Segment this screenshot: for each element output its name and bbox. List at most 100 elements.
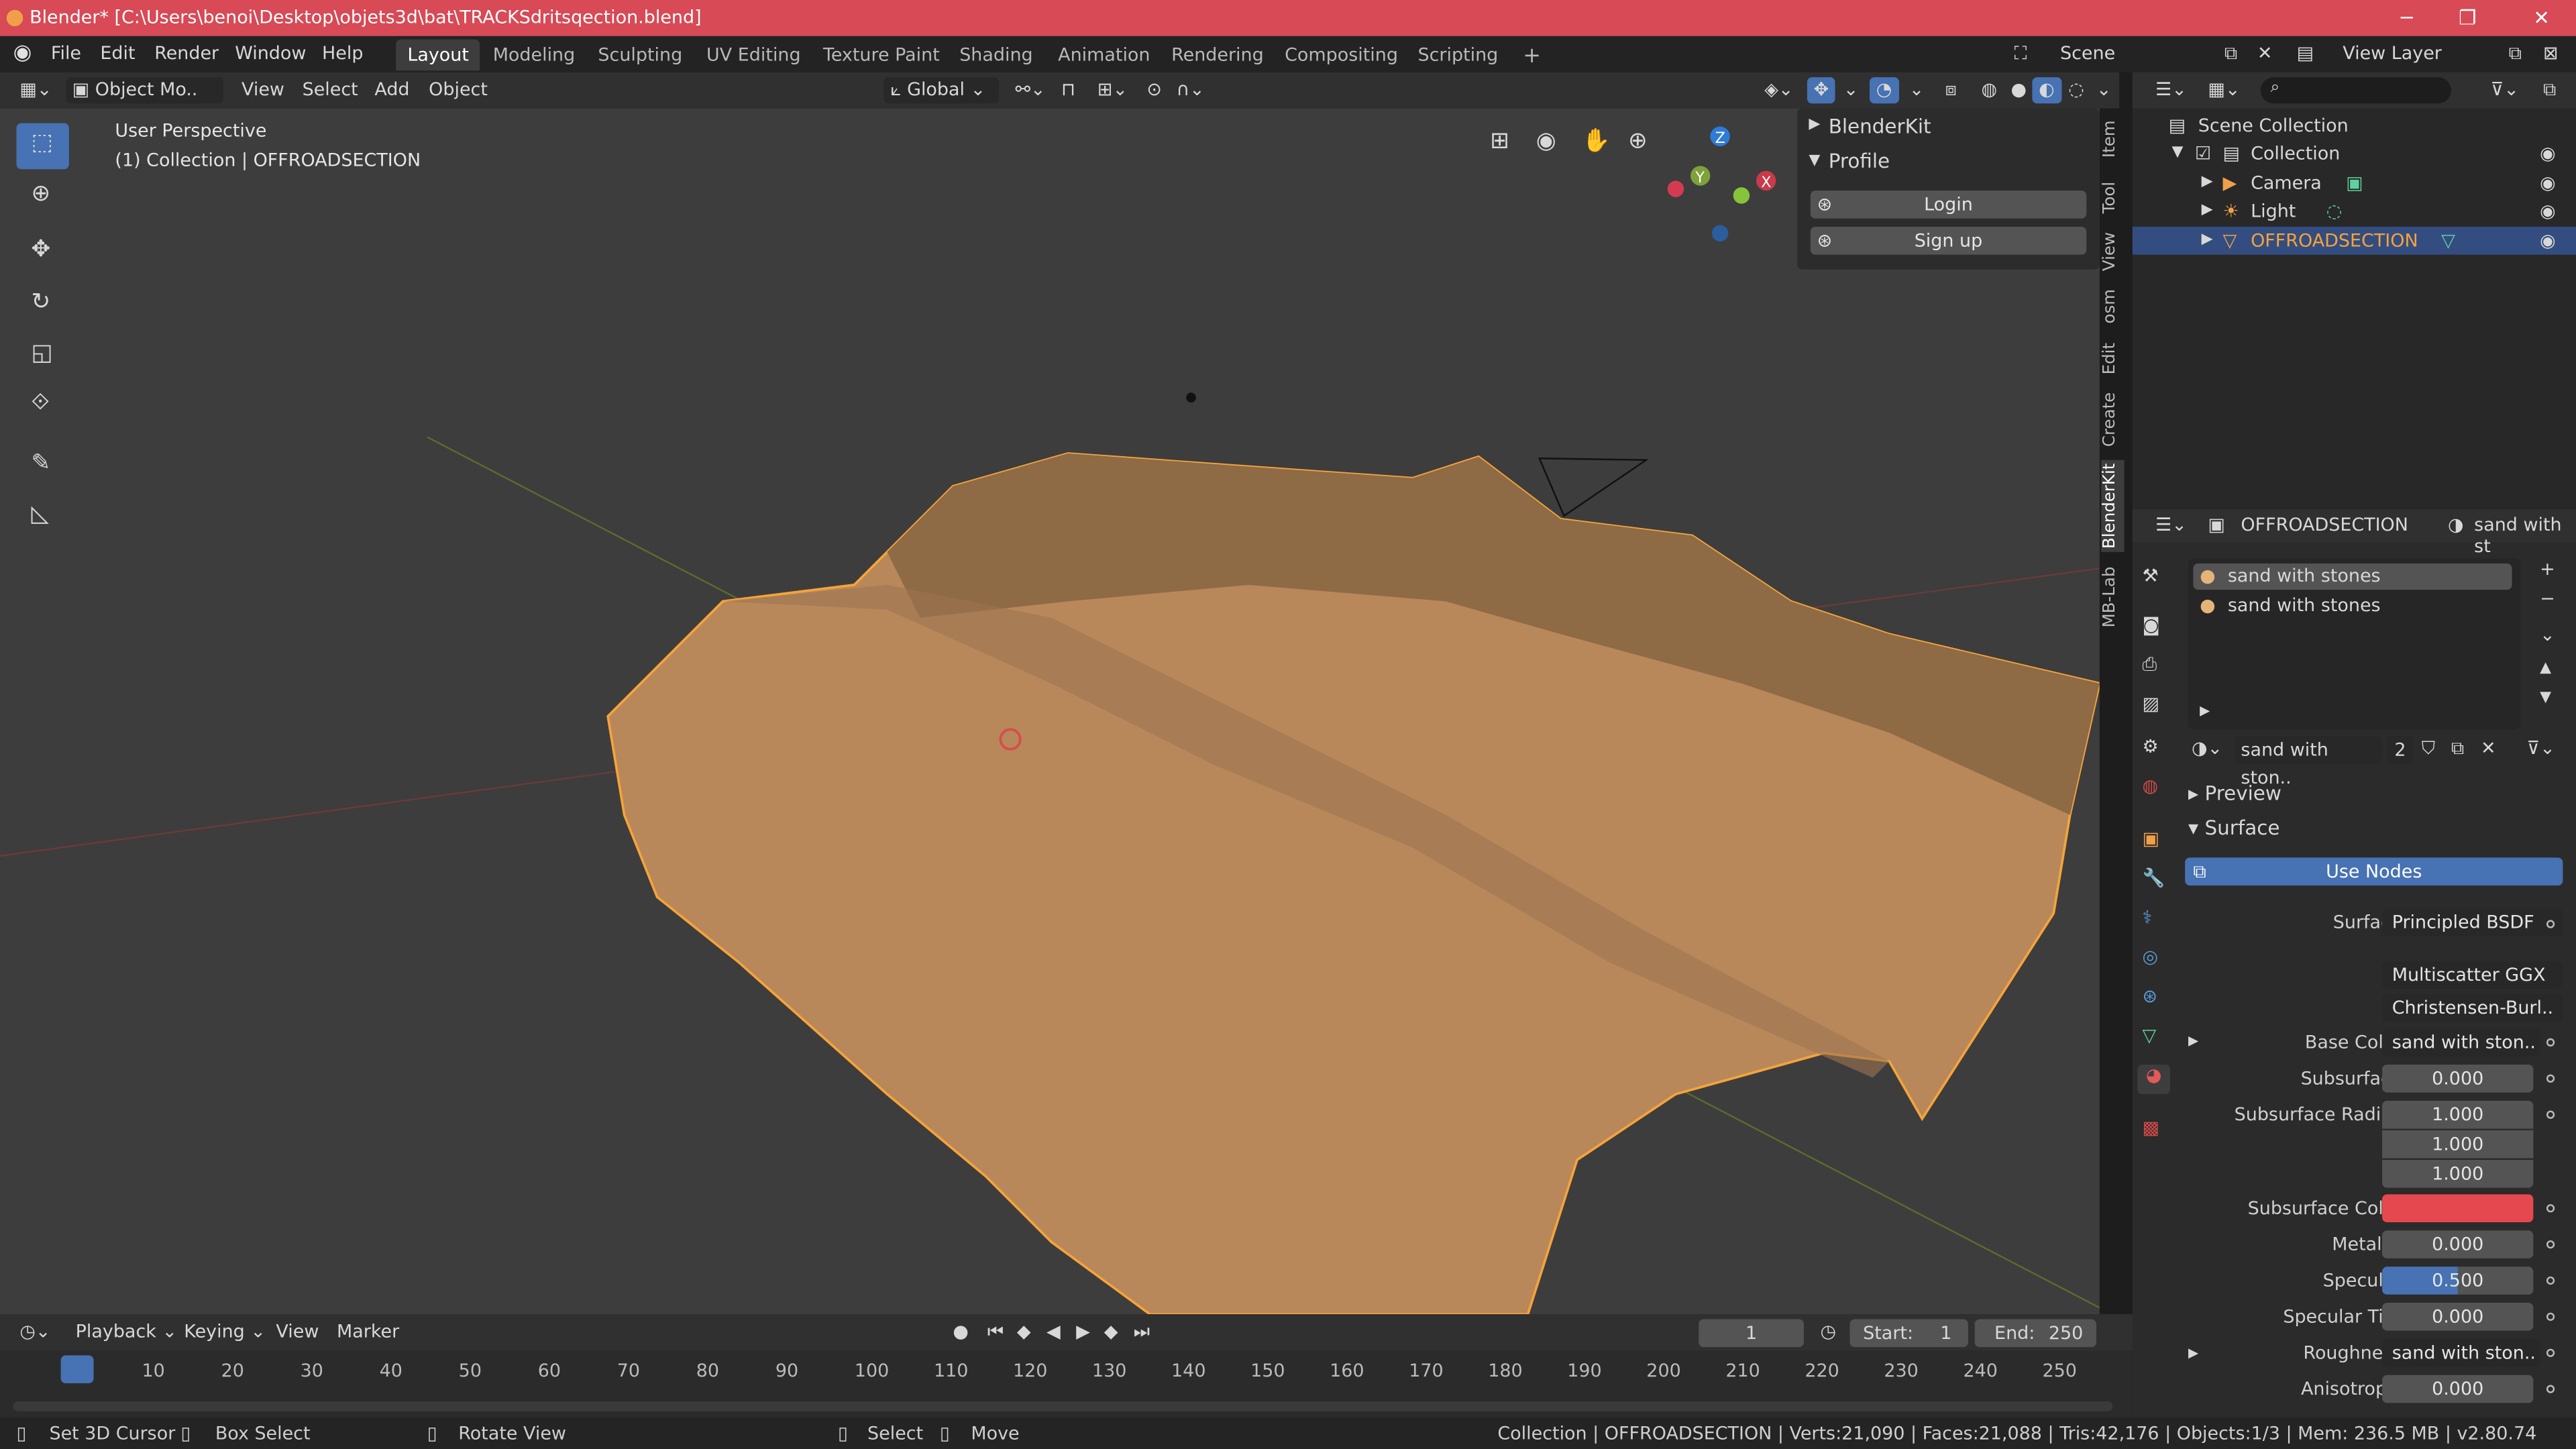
editor-type-icon[interactable]: ▦⌄ bbox=[13, 77, 59, 103]
navigation-gizmo[interactable]: Z Y X bbox=[1659, 125, 1784, 250]
light-data-icon[interactable]: ◌ bbox=[2326, 197, 2343, 225]
expand-icon[interactable]: ▶ bbox=[2202, 197, 2213, 225]
expand-icon[interactable]: ▶ bbox=[2200, 703, 2210, 718]
measure-tool[interactable]: ◺ bbox=[16, 494, 68, 541]
tab-compositing[interactable]: Compositing bbox=[1273, 40, 1409, 71]
use-nodes-button[interactable]: ⧉ Use Nodes bbox=[2185, 857, 2563, 886]
base-color-field[interactable]: sand with ston.. bbox=[2382, 1028, 2540, 1057]
tab-modeling[interactable]: Modeling bbox=[482, 40, 587, 71]
collapse-icon[interactable]: ▼ bbox=[1809, 153, 1820, 169]
outliner-row-offroadsection[interactable]: ▶ ▽ OFFROADSECTION ▽ ◉ bbox=[2132, 226, 2576, 255]
tab-uv-editing[interactable]: UV Editing bbox=[695, 40, 812, 71]
snap-icon[interactable]: ⊓ bbox=[1055, 77, 1082, 103]
socket-icon[interactable] bbox=[2546, 1204, 2555, 1213]
subsurface-radius-y[interactable]: 1.000 bbox=[2382, 1130, 2534, 1159]
tab-animation[interactable]: Animation bbox=[1046, 40, 1162, 71]
socket-icon[interactable] bbox=[2546, 1240, 2555, 1249]
scene-tab-icon[interactable]: ⚙ bbox=[2142, 736, 2158, 757]
surface-shader-field[interactable]: Principled BSDF bbox=[2382, 908, 2563, 936]
remove-slot-icon[interactable]: − bbox=[2540, 588, 2555, 610]
stopwatch-icon[interactable]: ◷ bbox=[1814, 1320, 1843, 1346]
socket-icon[interactable] bbox=[2546, 1074, 2555, 1083]
add-workspace-icon[interactable]: + bbox=[1511, 40, 1552, 71]
move-tool[interactable]: ✥ bbox=[16, 230, 68, 276]
xray-icon[interactable]: ⧈ bbox=[1939, 77, 1964, 103]
move-down-icon[interactable]: ▼ bbox=[2540, 690, 2551, 706]
tab-item[interactable]: Item bbox=[2101, 115, 2124, 164]
snap-target-icon[interactable]: ⊞⌄ bbox=[1091, 77, 1134, 103]
expand-icon[interactable]: ▶ bbox=[1809, 117, 1820, 133]
playback-menu[interactable]: Playback ⌄ bbox=[69, 1320, 184, 1346]
material-slot-selected[interactable]: ● sand with stones bbox=[2193, 564, 2512, 590]
restore-icon[interactable]: ❐ bbox=[2453, 3, 2482, 33]
move-up-icon[interactable]: ▲ bbox=[2540, 660, 2551, 676]
view-layer-tab-icon[interactable]: ▨ bbox=[2142, 693, 2159, 714]
anisotropic-field[interactable]: 0.000 bbox=[2382, 1375, 2534, 1403]
specular-slider[interactable]: 0.500 bbox=[2382, 1267, 2534, 1295]
rotate-tool[interactable]: ↻ bbox=[16, 282, 68, 329]
new-collection-icon[interactable]: ⧉ bbox=[2543, 79, 2556, 102]
subsurface-radius-z[interactable]: 1.000 bbox=[2382, 1159, 2534, 1188]
roughness-field[interactable]: sand with ston.. bbox=[2382, 1338, 2540, 1367]
record-icon[interactable]: ● bbox=[947, 1320, 975, 1346]
viewport-menu-add[interactable]: Add bbox=[368, 77, 417, 103]
display-mode-icon[interactable]: ▦⌄ bbox=[2208, 79, 2240, 101]
outliner-row-scene-collection[interactable]: ▤ Scene Collection bbox=[2133, 112, 2576, 140]
cursor-tool[interactable]: ⊕ bbox=[16, 174, 68, 221]
slot-specials-icon[interactable]: ⌄ bbox=[2540, 625, 2555, 646]
tab-create[interactable]: Create bbox=[2101, 386, 2124, 452]
login-button[interactable]: ⊛ Login bbox=[1810, 191, 2087, 219]
tab-scripting[interactable]: Scripting bbox=[1406, 40, 1509, 71]
material-shading-icon[interactable]: ◐ bbox=[2032, 77, 2061, 104]
timeline-view-menu[interactable]: View bbox=[270, 1320, 326, 1346]
expand-icon[interactable]: ▶ bbox=[2188, 787, 2198, 802]
viewport-menu-view[interactable]: View bbox=[235, 77, 291, 103]
subsurface-field[interactable]: 0.000 bbox=[2382, 1064, 2534, 1093]
new-scene-icon[interactable]: ⧉ bbox=[2224, 43, 2237, 66]
play-reverse-icon[interactable]: ◀ bbox=[1040, 1320, 1067, 1346]
filter-icon[interactable]: ⊽⌄ bbox=[2491, 79, 2519, 101]
tab-layout[interactable]: Layout bbox=[396, 39, 481, 71]
menu-file[interactable]: File bbox=[51, 43, 81, 64]
tab-shading[interactable]: Shading bbox=[948, 40, 1044, 71]
pan-view-icon[interactable]: ✋ bbox=[1582, 128, 1611, 154]
prev-keyframe-icon[interactable]: ◆ bbox=[1010, 1320, 1037, 1346]
next-keyframe-icon[interactable]: ◆ bbox=[1097, 1320, 1124, 1346]
distribution-dropdown[interactable]: Multiscatter GGX bbox=[2382, 961, 2563, 989]
transform-tool[interactable]: ⟐ bbox=[16, 383, 68, 429]
expand-icon[interactable]: ▶ bbox=[2202, 169, 2213, 197]
fake-user-icon[interactable]: ⛉ bbox=[2422, 738, 2435, 761]
expand-icon[interactable]: ▶ bbox=[2202, 227, 2213, 255]
overlay-dropdown-icon[interactable]: ⌄ bbox=[1902, 77, 1931, 103]
eye-icon[interactable]: ◉ bbox=[2540, 169, 2556, 197]
delete-scene-icon[interactable]: ✕ bbox=[2257, 43, 2273, 64]
duplicate-material-icon[interactable]: ⧉ bbox=[2451, 738, 2464, 761]
physics-tab-icon[interactable]: ◎ bbox=[2142, 947, 2158, 968]
annotate-tool[interactable]: ✎ bbox=[16, 443, 68, 490]
expand-icon[interactable]: ▶ bbox=[2188, 1346, 2198, 1360]
tab-sculpting[interactable]: Sculpting bbox=[586, 40, 694, 71]
socket-icon[interactable] bbox=[2546, 1348, 2555, 1357]
play-icon[interactable]: ▶ bbox=[1069, 1320, 1096, 1346]
particles-tab-icon[interactable]: ⚕ bbox=[2142, 907, 2152, 928]
socket-icon[interactable] bbox=[2546, 1038, 2555, 1047]
socket-icon[interactable] bbox=[2546, 1385, 2555, 1393]
tool-tab-icon[interactable]: ⚒ bbox=[2142, 565, 2158, 586]
render-tab-icon[interactable]: ◙ bbox=[2142, 614, 2159, 636]
world-tab-icon[interactable]: ◍ bbox=[2142, 775, 2158, 797]
scene-name[interactable]: Scene bbox=[2060, 43, 2115, 64]
marker-menu[interactable]: Marker bbox=[330, 1320, 406, 1346]
blenderkit-section[interactable]: BlenderKit bbox=[1829, 115, 1931, 138]
overlay-toggle-icon[interactable]: ◔ bbox=[1869, 77, 1899, 104]
delete-view-layer-icon[interactable]: ⊠ bbox=[2543, 43, 2559, 64]
falloff-icon[interactable]: ∩⌄ bbox=[1170, 77, 1212, 103]
expand-icon[interactable]: ▶ bbox=[2188, 1033, 2198, 1048]
material-slot[interactable]: ● sand with stones bbox=[2193, 593, 2512, 619]
tab-mb-lab[interactable]: MB-Lab bbox=[2101, 559, 2124, 635]
socket-icon[interactable] bbox=[2546, 920, 2555, 928]
timeline-scrollbar[interactable] bbox=[13, 1401, 2113, 1411]
tab-view[interactable]: View bbox=[2101, 227, 2124, 276]
mesh-data-icon[interactable]: ▽ bbox=[2441, 227, 2455, 255]
collapse-icon[interactable]: ▼ bbox=[2188, 821, 2198, 836]
subsurface-radius-x[interactable]: 1.000 bbox=[2382, 1100, 2534, 1129]
